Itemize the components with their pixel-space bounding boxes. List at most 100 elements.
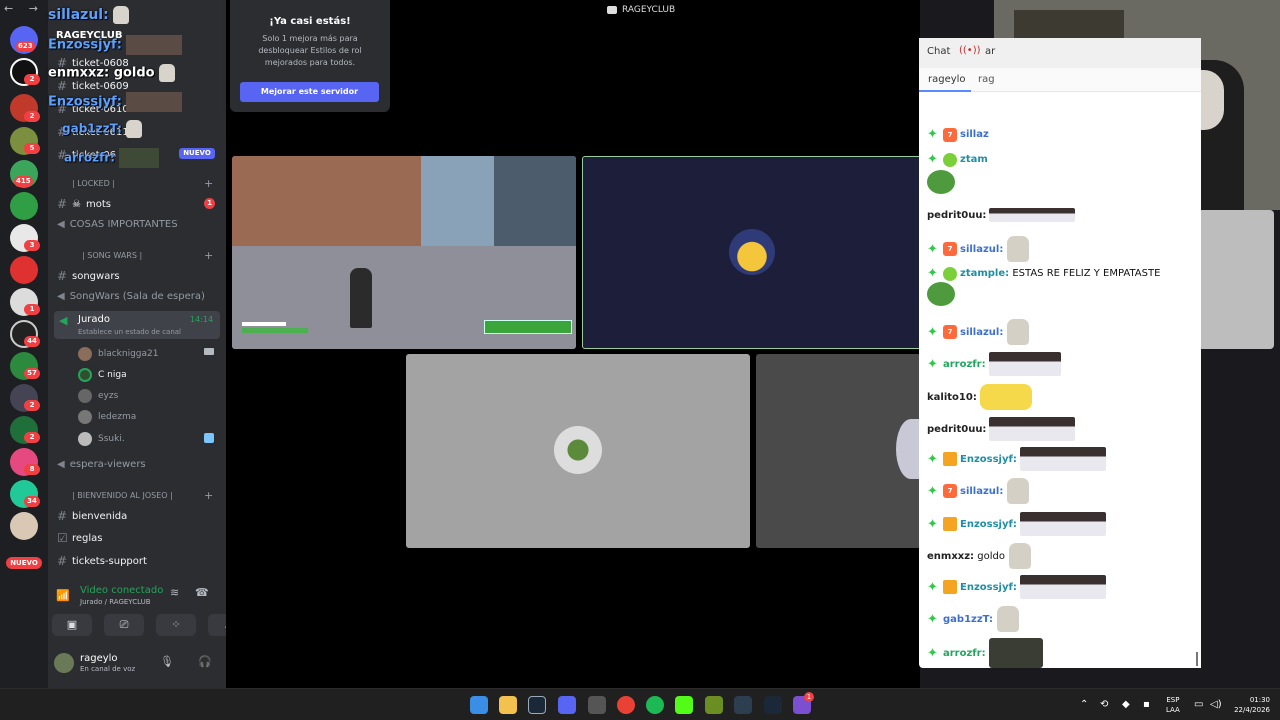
badge-count: 2 — [24, 74, 40, 85]
channel-reglas[interactable]: ☑ reglas — [57, 531, 103, 545]
channel-mots[interactable]: # ☠ mots — [57, 197, 111, 211]
cat-emote — [1007, 478, 1030, 504]
user-name[interactable]: rageylo — [80, 653, 118, 664]
discord-icon[interactable] — [558, 696, 576, 714]
tray-icon[interactable]: ⟲ — [1100, 699, 1108, 710]
channel-cosas-importantes[interactable]: ◀ COSAS IMPORTANTES — [57, 219, 178, 230]
screen-share-button[interactable]: ⎚ — [104, 614, 144, 636]
voice-user[interactable]: eyzs — [78, 389, 118, 403]
chat-username[interactable]: arrozfr: — [943, 359, 986, 370]
tab-chat[interactable]: Chat — [927, 46, 950, 57]
tab-radio-label[interactable]: ar — [985, 46, 995, 57]
channel-songwars-lobby[interactable]: ◀ SongWars (Sala de espera) — [57, 291, 205, 302]
kick-icon[interactable] — [675, 696, 693, 714]
video-tile-game-stream[interactable] — [232, 156, 576, 349]
category-bienvenida[interactable]: | BIENVENIDO AL JOSEO | — [72, 491, 173, 500]
chat-username[interactable]: pedrit0uu: — [927, 210, 986, 221]
chat-username[interactable]: sillazul: — [960, 486, 1003, 497]
noise-suppression-icon[interactable]: ≋ — [170, 586, 179, 599]
new-servers-badge[interactable]: NUEVO — [6, 557, 42, 569]
channel-bienvenida[interactable]: # bienvenida — [57, 509, 127, 523]
back-forward-nav[interactable]: ← → — [4, 2, 44, 15]
video-tile-user[interactable] — [756, 354, 926, 548]
server-icon[interactable] — [10, 192, 38, 220]
video-tile-user[interactable] — [1198, 210, 1274, 349]
video-tile-user[interactable] — [582, 156, 922, 349]
chat-username[interactable]: Enzossjyf: — [960, 519, 1017, 530]
avatar[interactable] — [54, 653, 74, 673]
channel-songwars[interactable]: # songwars — [57, 269, 120, 283]
steam-icon[interactable] — [528, 696, 546, 714]
voice-channel-jurado[interactable]: ◀ Jurado Establece un estado de canal 14… — [54, 311, 220, 339]
chat-username[interactable]: kalito10: — [927, 392, 977, 403]
chevron-up-icon[interactable]: ⌃ — [1080, 699, 1088, 710]
tray-icon[interactable]: ◆ — [1122, 699, 1130, 710]
add-channel-icon[interactable]: + — [204, 177, 213, 190]
activity-button[interactable]: ⁘ — [156, 614, 196, 636]
windows-start-icon[interactable] — [470, 696, 488, 714]
chat-username[interactable]: enmxxz: — [927, 551, 974, 562]
chat-message: ✦ Enzossjyf: — [927, 447, 1106, 471]
chat-username[interactable]: Enzossjyf: — [960, 454, 1017, 465]
boost-server-button[interactable]: Mejorar este servidor — [240, 82, 379, 102]
channel-espera-viewers[interactable]: ◀ espera-viewers — [57, 459, 146, 470]
network-icon[interactable]: ▭ — [1194, 699, 1203, 710]
chat-username[interactable]: arrozfr: — [943, 648, 986, 659]
dark-emote — [988, 638, 1043, 668]
voice-user[interactable]: ledezma — [78, 410, 136, 424]
channel-label: tickets-support — [72, 555, 147, 567]
chat-username[interactable]: sillazul: — [960, 244, 1003, 255]
chat-username[interactable]: ztam — [960, 154, 988, 165]
channel-label: COSAS IMPORTANTES — [69, 219, 178, 230]
chat-username[interactable]: Enzossjyf: — [960, 582, 1017, 593]
category-locked[interactable]: | LOCKED | — [72, 179, 115, 188]
channel-status[interactable]: Establece un estado de canal — [78, 328, 181, 336]
chat-username[interactable]: gab1zzT: — [943, 614, 993, 625]
channel-label: espera-viewers — [69, 459, 146, 470]
tray-icon[interactable]: ▪ — [1143, 699, 1150, 710]
voice-user[interactable]: Ssuki. — [78, 432, 125, 446]
input-language[interactable]: ESP LAA — [1166, 695, 1180, 715]
chrome-icon[interactable] — [617, 696, 635, 714]
server-icon[interactable] — [10, 512, 38, 540]
volume-icon[interactable]: ◁) — [1210, 699, 1222, 710]
chat-scrollbar[interactable] — [1196, 652, 1198, 666]
disconnect-icon[interactable]: ☎ — [195, 586, 209, 599]
face-emote — [1019, 512, 1106, 536]
chat-username[interactable]: sillaz — [960, 129, 989, 140]
tab-rageylo[interactable]: rageylo — [928, 74, 966, 85]
spotify-icon[interactable] — [646, 696, 664, 714]
lang-code: ESP — [1166, 696, 1180, 704]
streaming-icon — [204, 433, 214, 443]
radio-icon[interactable]: ((•)) — [959, 45, 981, 56]
tab-rag[interactable]: rag — [978, 74, 995, 85]
minecraft-icon[interactable] — [705, 696, 723, 714]
camera-button[interactable]: ▣ — [52, 614, 92, 636]
voice-status[interactable]: Video conectado — [80, 585, 163, 596]
server-icon[interactable] — [10, 256, 38, 284]
upsell-body: Solo 1 mejora más para desbloquear Estil… — [258, 34, 362, 67]
chat-username[interactable]: ztample: — [960, 268, 1009, 279]
steam-icon[interactable] — [764, 696, 782, 714]
clock[interactable]: 01:30 22/4/2026 — [1228, 695, 1270, 715]
file-explorer-icon[interactable] — [499, 696, 517, 714]
channel-tickets-support[interactable]: # tickets-support — [57, 554, 147, 568]
category-song-wars[interactable]: | SONG WARS | — [82, 251, 142, 260]
voice-user[interactable]: C niga — [78, 368, 127, 382]
channel-label: reglas — [72, 532, 103, 544]
windows-taskbar: 1 ⌃ ⟲ ◆ ▪ ESP LAA ▭ ◁) 01:30 22/4/2026 — [0, 688, 1280, 720]
badge-count: 44 — [24, 336, 40, 347]
add-channel-icon[interactable]: + — [204, 249, 213, 262]
voice-user[interactable]: blacknigga21 — [78, 347, 159, 361]
add-channel-icon[interactable]: + — [204, 489, 213, 502]
sparkle-badge-icon: ✦ — [927, 324, 938, 340]
app-icon[interactable] — [734, 696, 752, 714]
mic-icon[interactable]: 🎙 — [160, 655, 174, 668]
chat-username[interactable]: pedrit0uu: — [927, 424, 986, 435]
chat-username[interactable]: sillazul: — [960, 327, 1003, 338]
headphones-icon[interactable]: 🎧 — [198, 655, 212, 668]
app-icon[interactable] — [588, 696, 606, 714]
tab-underline — [919, 90, 971, 92]
sparkle-badge-icon: ✦ — [927, 241, 938, 257]
video-tile-user[interactable] — [406, 354, 750, 548]
